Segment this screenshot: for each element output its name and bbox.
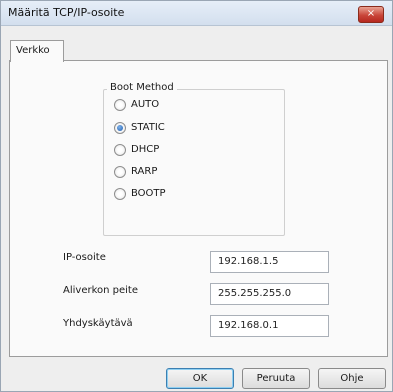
radio-label-auto: AUTO bbox=[131, 99, 160, 110]
radio-button-static[interactable] bbox=[114, 122, 126, 134]
radio-label-rarp: RARP bbox=[131, 166, 158, 177]
radio-label-bootp: BOOTP bbox=[131, 188, 166, 199]
ok-button[interactable]: OK bbox=[166, 368, 234, 389]
ip-address-input[interactable]: 192.168.1.5 bbox=[210, 251, 329, 273]
window-title: Määritä TCP/IP-osoite bbox=[8, 6, 125, 19]
tab-verkko[interactable]: Verkko bbox=[10, 40, 64, 62]
radio-label-dhcp: DHCP bbox=[131, 144, 160, 155]
close-button[interactable]: × bbox=[358, 6, 384, 23]
radio-button-rarp[interactable] bbox=[114, 166, 126, 178]
radio-button-auto[interactable] bbox=[114, 99, 126, 111]
ip-address-label: IP-osoite bbox=[63, 252, 106, 263]
tab-label: Verkko bbox=[16, 45, 50, 56]
subnet-mask-input[interactable]: 255.255.255.0 bbox=[210, 283, 329, 305]
dialog-window: Määritä TCP/IP-osoite × Verkko Boot Meth… bbox=[0, 0, 393, 392]
gateway-input[interactable]: 192.168.0.1 bbox=[210, 315, 329, 337]
cancel-button[interactable]: Peruuta bbox=[242, 368, 310, 389]
gateway-label: Yhdyskäytävä bbox=[63, 318, 133, 329]
radio-button-bootp[interactable] bbox=[114, 188, 126, 200]
boot-method-group bbox=[103, 89, 285, 236]
boot-method-title: Boot Method bbox=[107, 82, 177, 93]
help-button[interactable]: Ohje bbox=[318, 368, 386, 389]
title-bar[interactable]: Määritä TCP/IP-osoite × bbox=[1, 1, 392, 26]
close-icon: × bbox=[366, 8, 376, 19]
subnet-mask-label: Aliverkon peite bbox=[63, 285, 138, 296]
radio-label-static: STATIC bbox=[131, 122, 165, 133]
radio-button-dhcp[interactable] bbox=[114, 144, 126, 156]
